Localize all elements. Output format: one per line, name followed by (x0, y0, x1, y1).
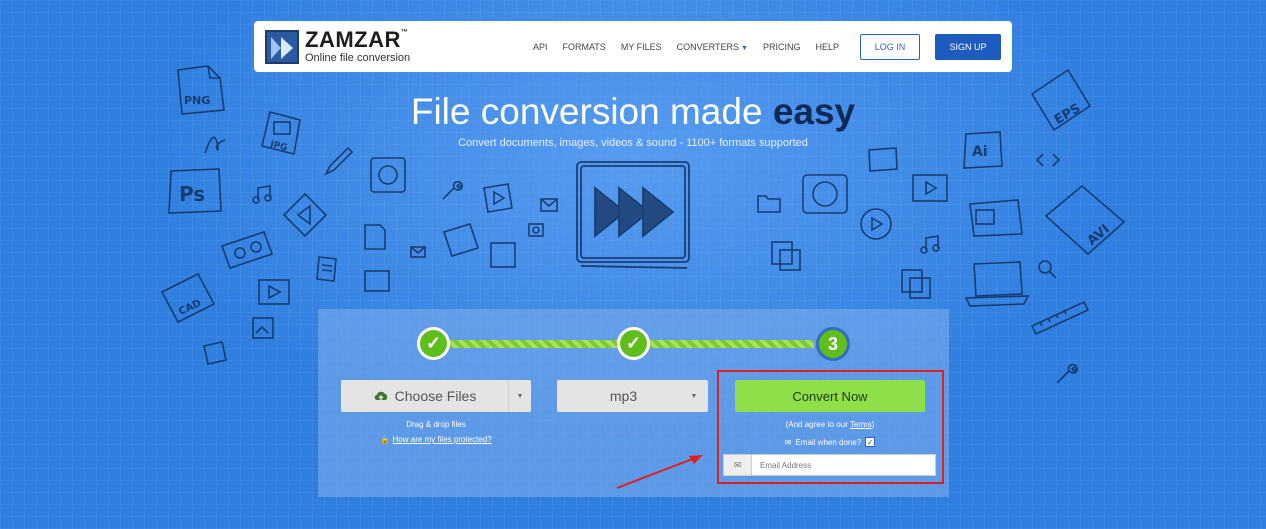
progress-line-2 (648, 340, 814, 348)
lock-icon: 🔒 (380, 435, 391, 444)
email-field[interactable]: ✉ (723, 454, 936, 476)
play-circle-icon (860, 208, 892, 240)
login-button[interactable]: LOG IN (860, 33, 920, 60)
progress-line-1 (448, 340, 620, 348)
photoshop-file-icon: Ps (168, 168, 222, 214)
choose-files-dropdown[interactable]: ▼ (508, 380, 531, 412)
picture-frame-icon (969, 199, 1023, 237)
envelope-icon: ✉ (724, 455, 752, 475)
step-1-indicator: ✓ (417, 327, 450, 360)
mail-small-icon (410, 246, 426, 258)
zamzar-logo[interactable]: ZAMZAR™ Online file conversion (265, 29, 410, 64)
email-when-done-checkbox[interactable]: ✓ (865, 437, 876, 447)
music-note-right-icon (920, 235, 940, 254)
folder-icon (757, 195, 781, 213)
format-select[interactable]: mp3 ▼ (557, 380, 708, 412)
wrench-icon (442, 180, 463, 200)
nav-formats[interactable]: FORMATS (562, 42, 605, 52)
svg-text:Ps: Ps (179, 182, 205, 206)
top-navbar: ZAMZAR™ Online file conversion API FORMA… (254, 21, 1012, 72)
play-card-icon (483, 183, 513, 213)
tape-icon (220, 230, 274, 270)
email-input[interactable] (752, 460, 932, 470)
pencil-icon (324, 146, 354, 176)
email-when-done-row: ✉ Email when done? ✓ (720, 437, 940, 447)
wrench-right-icon (1056, 363, 1078, 384)
refresh-icon (802, 174, 848, 214)
code-icon (1035, 153, 1061, 167)
cloud-upload-icon (374, 391, 387, 402)
hero-title: File conversion made easy (410, 91, 856, 132)
text-doc-icon (316, 256, 337, 282)
nav-converters[interactable]: CONVERTERS ▼ (677, 42, 748, 52)
red-arrow-annotation (616, 455, 703, 489)
music-app-icon (370, 157, 406, 193)
ruler-icon (1030, 300, 1090, 336)
image-gallery-icon (868, 147, 898, 172)
nav-pricing[interactable]: PRICING (763, 42, 801, 52)
search-icon (1038, 260, 1057, 279)
step-2-indicator: ✓ (617, 327, 650, 360)
copy-icon-right (901, 269, 931, 299)
image-frame-icon (364, 270, 390, 292)
avi-file-icon: AVI (1044, 184, 1126, 256)
zamzar-logo-icon (265, 29, 299, 64)
email-when-done-label: Email when done? (795, 437, 862, 447)
copy-icon (771, 241, 801, 271)
image-file-icon (252, 317, 274, 339)
files-protected-link[interactable]: 🔒 How are my files protected? (341, 435, 531, 444)
music-note-icon (252, 185, 272, 204)
tablet-icon (442, 223, 480, 257)
choose-files-label: Choose Files (394, 388, 477, 404)
format-value: mp3 (609, 388, 638, 404)
film-icon (912, 174, 948, 202)
photo-card-icon (490, 242, 516, 268)
mail-icon (540, 198, 558, 212)
nav-api[interactable]: API (533, 42, 548, 52)
convert-logo-icon (576, 161, 690, 269)
laptop-icon (964, 261, 1030, 307)
convert-now-button[interactable]: Convert Now (735, 380, 925, 412)
svg-text:CAD: CAD (177, 298, 203, 318)
main-nav: API FORMATS MY FILES CONVERTERS ▼ PRICING… (533, 33, 1001, 60)
choose-files-button[interactable]: Choose Files ▼ (341, 380, 531, 412)
nav-my-files[interactable]: MY FILES (621, 42, 662, 52)
brand-name: ZAMZAR (305, 27, 401, 52)
nav-help[interactable]: HELP (815, 42, 839, 52)
terms-agreement: (And agree to our Terms) (785, 420, 875, 429)
illustrator-file-icon: Ai (963, 131, 1003, 169)
trademark: ™ (400, 29, 409, 36)
doc-icon (364, 224, 386, 250)
svg-text:AVI: AVI (1085, 222, 1113, 249)
chevron-down-icon: ▼ (741, 44, 748, 52)
sketch-card-icon (203, 341, 227, 365)
diamond-play-icon (282, 192, 328, 238)
drag-drop-hint: Drag & drop files (406, 420, 466, 429)
envelope-icon: ✉ (784, 437, 792, 447)
brand-tagline: Online file conversion (305, 52, 411, 64)
hero-subtitle: Convert documents, images, videos & soun… (458, 137, 808, 149)
signup-button[interactable]: SIGN UP (935, 33, 1001, 60)
cad-file-icon: CAD (160, 272, 216, 324)
video-play-icon (258, 279, 290, 305)
step-3-indicator: 3 (816, 327, 850, 361)
camera-icon (528, 223, 544, 237)
chevron-down-icon: ▼ (690, 392, 698, 400)
terms-link[interactable]: Terms (850, 420, 872, 429)
